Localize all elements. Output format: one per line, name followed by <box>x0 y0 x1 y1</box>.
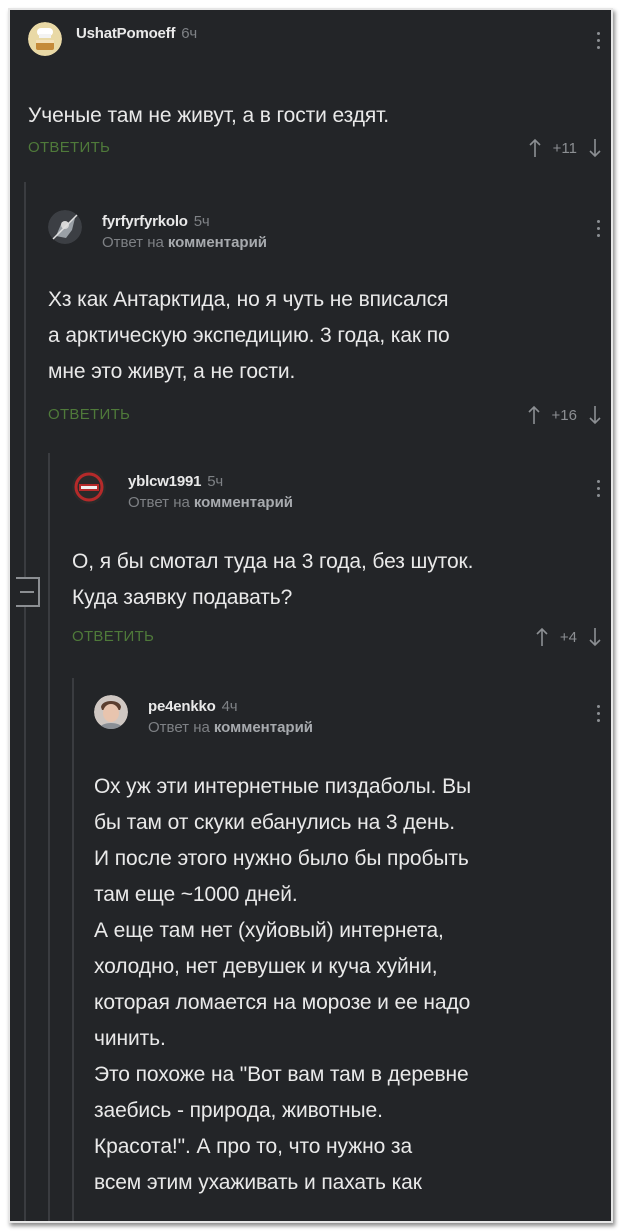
vote-controls: +4 <box>536 624 601 650</box>
reply-button[interactable]: ОТВЕТИТЬ <box>28 139 110 156</box>
reply-button[interactable]: ОТВЕТИТЬ <box>72 628 154 645</box>
upvote-arrow-icon[interactable] <box>529 138 541 158</box>
comment-time: 4ч <box>221 698 238 715</box>
reply-to-label: Ответ на <box>148 719 210 736</box>
comment-text: Хз как Антарктида, но я чуть не вписался… <box>48 288 450 383</box>
chef-cake-avatar[interactable] <box>28 22 62 56</box>
downvote-arrow-icon[interactable] <box>589 627 601 647</box>
rating-count: +16 <box>551 406 577 424</box>
comment-yblcw1991: yblcw1991 5ч Ответ на комментарий О, я бы … <box>72 470 611 654</box>
more-options-icon[interactable] <box>595 220 601 242</box>
author-name[interactable]: yblcw1991 5ч <box>128 473 223 490</box>
more-options-icon[interactable] <box>595 32 601 54</box>
more-options-icon[interactable] <box>595 705 601 727</box>
reply-button[interactable]: ОТВЕТИТЬ <box>48 406 130 423</box>
author-name[interactable]: pe4enkko 4ч <box>148 698 238 715</box>
comment-actions: ОТВЕТИТЬ +16 <box>48 402 611 432</box>
reply-to-line: Ответ на комментарий <box>102 234 267 251</box>
thread-line-level-1[interactable] <box>24 182 26 1221</box>
reply-to-label: Ответ на <box>102 234 164 251</box>
comment-thread-panel: UshatPomoeff 6ч Ученые там не живут, а в … <box>8 8 613 1223</box>
comment-text: О, я бы смотал туда на 3 года, без шуток… <box>72 550 474 609</box>
comment-text: Ученые там не живут, а в гости ездят. <box>28 104 390 127</box>
rating-count: +11 <box>552 139 577 157</box>
person-photo-avatar[interactable] <box>94 695 128 729</box>
reply-to-link[interactable]: комментарий <box>168 234 267 251</box>
more-options-icon[interactable] <box>595 480 601 502</box>
author-name-text[interactable]: yblcw1991 <box>128 473 201 490</box>
comment-header: UshatPomoeff 6ч <box>28 22 611 62</box>
author-name-text[interactable]: pe4enkko <box>148 698 216 715</box>
reply-to-line: Ответ на комментарий <box>148 719 313 736</box>
thread-line-level-3[interactable] <box>72 678 74 1221</box>
comment-actions: ОТВЕТИТЬ +4 <box>72 624 611 654</box>
badge-logo-avatar[interactable] <box>72 470 106 504</box>
comment-ushatpomoeff: UshatPomoeff 6ч Ученые там не живут, а в … <box>28 22 611 165</box>
comment-header: yblcw1991 5ч Ответ на комментарий <box>72 470 611 511</box>
reply-to-label: Ответ на <box>128 494 190 511</box>
comment-actions: ОТВЕТИТЬ +11 <box>28 135 611 165</box>
comment-pe4enkko: pe4enkko 4ч Ответ на комментарий Ох уж эти… <box>94 695 611 1201</box>
reply-to-link[interactable]: комментарий <box>194 494 293 511</box>
upvote-arrow-icon[interactable] <box>527 405 540 425</box>
comment-header: fyrfyrfyrkolo 5ч Ответ на комментарий <box>48 210 611 251</box>
reply-to-line: Ответ на комментарий <box>128 494 293 511</box>
author-name[interactable]: UshatPomoeff 6ч <box>76 25 197 42</box>
vote-controls: +11 <box>529 135 601 161</box>
comment-time: 6ч <box>181 25 198 42</box>
comment-fyrfyrfyrkolo: fyrfyrfyrkolo 5ч Ответ на комментарий Хз к… <box>48 210 611 432</box>
comment-time: 5ч <box>207 473 224 490</box>
author-name[interactable]: fyrfyrfyrkolo 5ч <box>102 213 210 230</box>
downvote-arrow-icon[interactable] <box>589 405 601 425</box>
comment-header: pe4enkko 4ч Ответ на комментарий <box>94 695 611 736</box>
rating-count: +4 <box>559 628 577 646</box>
author-name-text[interactable]: fyrfyrfyrkolo <box>102 213 188 230</box>
reply-to-link[interactable]: комментарий <box>214 719 313 736</box>
comment-text: Ох уж эти интернетные пиздаболы. Вы бы т… <box>94 775 472 1194</box>
collapse-thread-icon[interactable] <box>16 577 40 607</box>
upvote-arrow-icon[interactable] <box>536 627 548 647</box>
thread-line-level-2[interactable] <box>48 453 50 1221</box>
vote-controls: +16 <box>527 402 601 428</box>
comment-time: 5ч <box>193 213 210 230</box>
warrior-avatar[interactable] <box>48 210 82 244</box>
downvote-arrow-icon[interactable] <box>589 138 601 158</box>
author-name-text[interactable]: UshatPomoeff <box>76 25 175 42</box>
